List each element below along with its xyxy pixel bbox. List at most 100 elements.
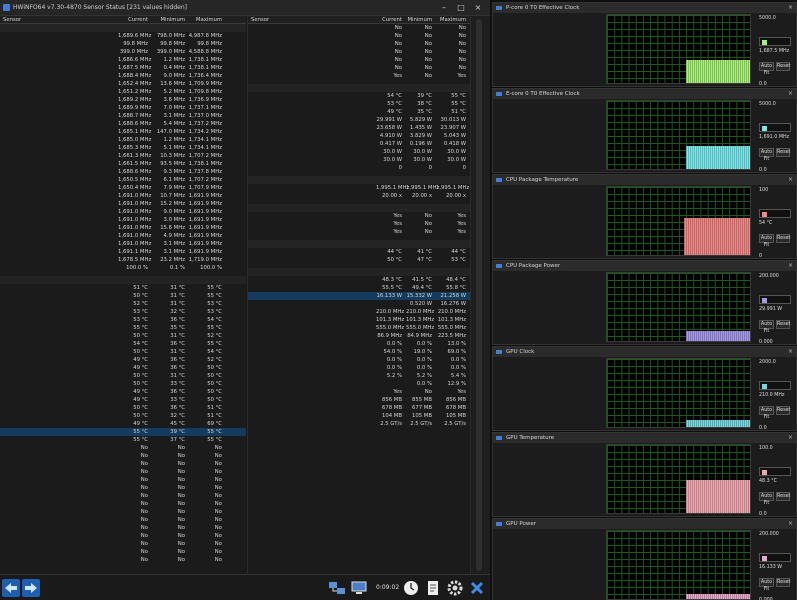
auto-fit-button[interactable]: Auto Fit [759,234,774,248]
sensor-row[interactable]: Drive Temperature 250 °C47 °C53 °C [248,256,470,264]
sensor-row[interactable]: PCIe Link Speed2.5 GT/s2.5 GT/s2.5 GT/s [248,420,470,428]
sensor-row[interactable]: E-core 11 Thermal ThrottlingNoNoNo [0,540,246,548]
sensor-row[interactable]: Package/Ring Power Limit ExceededYesNoYe… [248,72,470,80]
col-current[interactable]: Current [118,16,148,24]
nav-left-icon[interactable] [2,579,20,597]
sensor-row[interactable]: GPU Memory Allocated856 MB855 MB856 MB [248,396,470,404]
sensor-row[interactable]: E-core 849 °C36 °C52 °C [0,356,246,364]
sensor-row[interactable]: P-core 4 T1 Effective Clock1,685.0 MHz1.… [0,136,246,144]
sensor-row[interactable]: GPU Memory Controller Load54.0 %19.0 %69… [248,348,470,356]
sensor-row[interactable]: System Agent Power4.910 W3.829 W5.043 W [248,132,470,140]
graph-color-box[interactable] [759,295,791,304]
sensor-row[interactable]: P-core 6 T0 Effective Clock1,661.5 MHz93… [0,160,246,168]
sensor-row[interactable]: ⌄Core Temperatures51 °C31 °C55 °C [0,284,246,292]
sensor-row[interactable]: P-core 1 Thermal ThrottlingNoNoNo [0,460,246,468]
sensor-row[interactable]: ›GPU Rail Powers0.520 W16.276 W [248,300,470,308]
sensor-row[interactable]: P-core 3 T1 Effective Clock1,688.6 MHz5.… [0,120,246,128]
auto-fit-button[interactable]: Auto Fit [759,148,774,162]
minimize-button[interactable]: – [438,2,450,13]
close-button[interactable]: × [472,2,484,13]
sensor-row[interactable]: P-core 050 °C31 °C55 °C [0,292,246,300]
col-minimum[interactable]: Minimum [406,16,432,24]
auto-fit-button[interactable]: Auto Fit [759,62,774,76]
sensor-row[interactable]: GPU Power16.133 W15.332 W21.258 W [248,292,470,300]
sensor-row[interactable]: GPU Effective Clock86.9 MHz84.9 MHz223.5… [248,332,470,340]
sensor-row[interactable]: E-core 1550 °C32 °C51 °C [0,412,246,420]
graph-title-bar[interactable]: CPU Package Temperature × [493,175,796,185]
sensor-row[interactable]: E-core 1450 °C36 °C51 °C [0,404,246,412]
vertical-scrollbar[interactable] [470,16,490,574]
sensor-row[interactable]: E-core 1050 °C31 °C50 °C [0,372,246,380]
sensor-row[interactable]: GPU Memory Usage5.2 %5.2 %5.4 % [248,372,470,380]
reset-button[interactable]: Reset [776,62,790,71]
sensor-group-header[interactable]: −Memory Timings [248,176,470,184]
sensor-row[interactable]: E-core 14 Thermal ThrottlingNoNoNo [248,24,470,32]
sensor-row[interactable]: GPU D3D Memory Dedicated678 MB677 MB678 … [248,404,470,412]
sensor-group-header[interactable]: −CPU [#0]: Intel Core i9-12900 [0,24,246,32]
sensor-group-header[interactable]: −CPU [#0]: Intel Core i9-12900: DTS [0,276,246,284]
col-maximum[interactable]: Maximum [436,16,466,24]
sensor-row[interactable]: P-core 750 °C31 °C54 °C [0,348,246,356]
sensor-row[interactable]: Drive Temperature44 °C41 °C44 °C [248,248,470,256]
sensor-row[interactable]: P-core 1 T0 Effective Clock1,652.4 MHz13… [0,80,246,88]
sensor-row[interactable]: GPU Temperature48.3 °C41.5 °C48.4 °C [248,276,470,284]
sensor-row[interactable]: P-core 5 T0 Effective Clock1,685.3 MHz5.… [0,144,246,152]
sensor-row[interactable]: ⌄Core Thermal ThrottlingNoNoNo [0,444,246,452]
sensor-row[interactable]: E-core 11 T0 Effective Clock1,691.0 MHz3… [0,216,246,224]
auto-fit-button[interactable]: Auto Fit [759,406,774,420]
sensor-row[interactable]: E-core 13 T0 Effective Clock1,691.0 MHz4… [0,232,246,240]
sensor-row[interactable]: E-core 10 T0 Effective Clock1,691.0 MHz9… [0,208,246,216]
sensor-row[interactable]: Memory Clock Ratio20.00 x20.00 x20.00 x [248,192,470,200]
sensor-row[interactable]: P-core 6 Thermal ThrottlingNoNoNo [0,500,246,508]
graph-color-box[interactable] [759,37,791,46]
sensor-row[interactable]: P-core 0 T1 Effective Clock1,688.4 MHz9.… [0,72,246,80]
sensor-row[interactable]: P-core 654 °C36 °C55 °C [0,340,246,348]
sensor-row[interactable]: GPU Core Load0.0 %0.0 %13.0 % [248,340,470,348]
graph-color-box[interactable] [759,209,791,218]
sensor-row[interactable]: Ring/LLC Clock399.0 MHz399.0 MHz4,588.8 … [0,48,246,56]
sensor-row[interactable]: GPU Video Clock555.0 MHz555.0 MHz555.0 M… [248,324,470,332]
sensor-row[interactable]: ›Core Clocks1,689.6 MHz798.0 MHz4,987.8 … [0,32,246,40]
sensor-row[interactable]: P-core 0 Thermal ThrottlingNoNoNo [0,452,246,460]
maximize-button[interactable]: □ [455,2,467,13]
sensor-row[interactable]: CPU Package55 °C39 °C55 °C [0,428,246,436]
settings-icon[interactable] [446,579,464,597]
sensor-row[interactable]: CPU Package Temperature54 °C39 °C55 °C [248,92,470,100]
sensor-row[interactable]: CPU Package Power29.991 W5.829 W30.013 W [248,116,470,124]
sensor-row[interactable]: P-core 5 Thermal ThrottlingNoNoNo [0,492,246,500]
sensor-row[interactable]: ›Core Power Limit ExceededNoNoNo [248,48,470,56]
sensor-row[interactable]: ›GT Limit ReasonsYesNoYes [248,220,470,228]
sensor-row[interactable]: Package/Ring Thermal ThrottlingNoNoNo [248,56,470,64]
sensor-row[interactable]: E-core 1150 °C33 °C50 °C [0,380,246,388]
sensor-row[interactable]: GPU D3D Memory Dynamic104 MB105 MB105 MB [248,412,470,420]
graph-close-icon[interactable]: × [788,519,793,529]
sensor-row[interactable]: ›GPU Performance LimitersYesNoYes [248,388,470,396]
sensor-row[interactable]: Package/Ring Critical TemperatureNoNoNo [248,64,470,72]
sensor-row[interactable]: ⌄Core Effective Clocks1,686.6 MHz1.2 MHz… [0,56,246,64]
sensor-row[interactable]: ›GPU D3D Usages0.0 %12.9 % [248,380,470,388]
graph-title-bar[interactable]: CPU Package Power × [493,261,796,271]
graph-color-box[interactable] [759,123,791,132]
sensor-row[interactable]: ›Core Distance to TjMAX49 °C45 °C69 °C [0,420,246,428]
graph-close-icon[interactable]: × [788,89,793,99]
sensor-row[interactable]: P-core 7 Thermal ThrottlingNoNoNo [0,508,246,516]
sensor-row[interactable]: GPU Clock210.0 MHz210.0 MHz210.0 MHz [248,308,470,316]
graph-title-bar[interactable]: GPU Clock × [493,347,796,357]
col-sensor[interactable]: Sensor [3,16,21,24]
graph-color-box[interactable] [759,381,791,390]
sensor-row[interactable]: ›Core Critical TemperatureNoNoNo [248,40,470,48]
sensor-row[interactable]: Memory Clock1,995.1 MHz1,995.1 MHz1,995.… [248,184,470,192]
sensor-row[interactable]: E-core 8 T0 Effective Clock1,691.0 MHz10… [0,192,246,200]
sensor-row[interactable]: P-core 550 °C31 °C52 °C [0,332,246,340]
sensor-row[interactable]: P-core 2 Thermal ThrottlingNoNoNo [0,468,246,476]
col-maximum[interactable]: Maximum [188,16,222,24]
sensor-row[interactable]: GPU Memory Clock101.3 MHz101.3 MHz101.3 … [248,316,470,324]
sensor-row[interactable]: P-core 1 T1 Effective Clock1,651.2 MHz5.… [0,88,246,96]
graph-close-icon[interactable]: × [788,175,793,185]
sensor-row[interactable]: E-core 12 Thermal ThrottlingNoNoNo [0,548,246,556]
auto-fit-button[interactable]: Auto Fit [759,320,774,334]
sensor-row[interactable]: PL1 Power Limit30.0 W30.0 W30.0 W [248,148,470,156]
clock-icon[interactable] [402,579,420,597]
sensor-row[interactable]: PL2 Power Limit30.0 W30.0 W30.0 W [248,156,470,164]
sensor-row[interactable]: P-core 455 °C35 °C55 °C [0,324,246,332]
